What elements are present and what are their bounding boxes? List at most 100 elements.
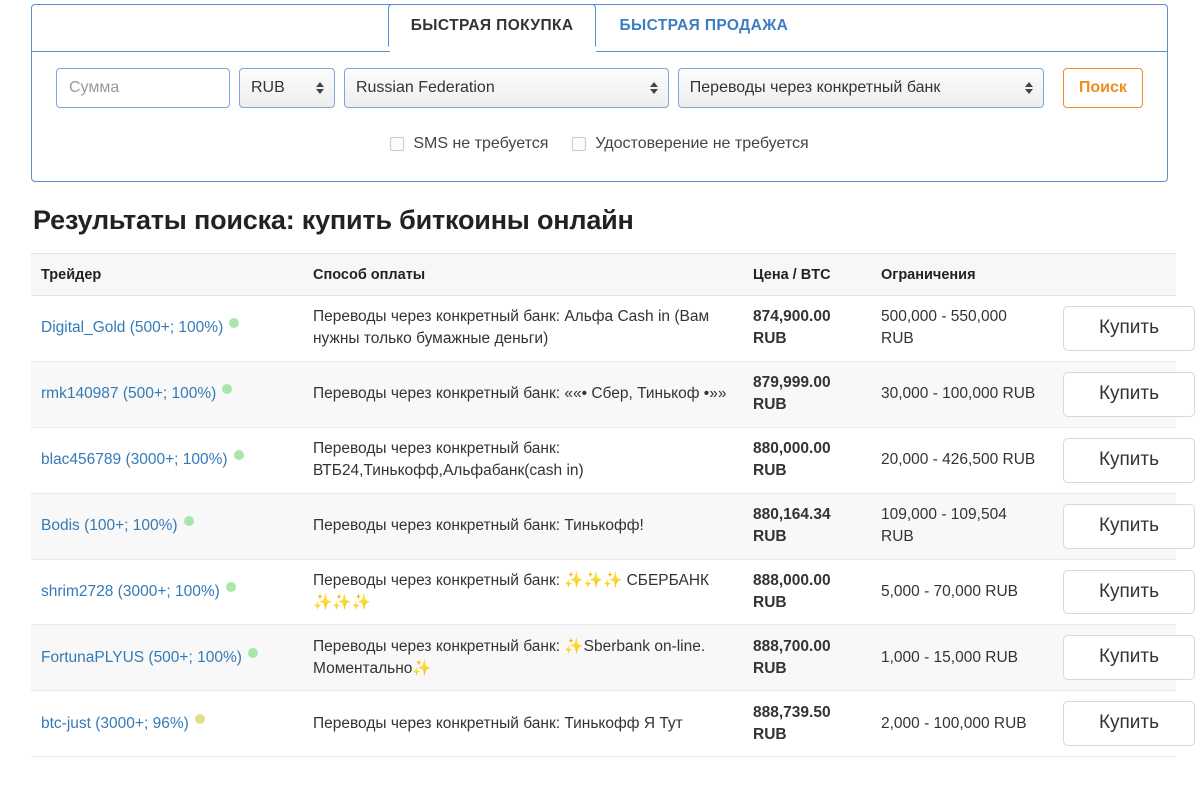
status-dot-icon <box>225 582 236 592</box>
status-dot-icon <box>229 318 240 329</box>
status-dot-icon <box>222 384 233 395</box>
checkbox-no-sms[interactable]: SMS не требуется <box>390 135 548 153</box>
buy-button[interactable]: Купить <box>1063 635 1195 681</box>
checkbox-no-sms-box[interactable] <box>390 137 405 151</box>
tab-bar: БЫСТРАЯ ПОКУПКА БЫСТРАЯ ПРОДАЖА <box>32 4 1167 52</box>
quick-trade-panel: БЫСТРАЯ ПОКУПКА БЫСТРАЯ ПРОДАЖА RUB Russ… <box>31 4 1168 182</box>
cell-payment-method: Переводы через конкретный банк: Тинькофф… <box>303 690 743 758</box>
tab-quick-buy-label: БЫСТРАЯ ПОКУПКА <box>410 17 574 34</box>
cell-action: Купить <box>1051 690 1195 758</box>
cell-limits: 109,000 - 109,504 RUB <box>871 493 1051 560</box>
buy-button[interactable]: Купить <box>1063 503 1195 549</box>
cell-price: 888,000.00 RUB <box>743 559 871 626</box>
payment-method-select-value: Переводы через конкретный банк <box>689 79 941 96</box>
country-select[interactable]: Russian Federation <box>343 68 669 108</box>
cell-action: Купить <box>1051 361 1195 428</box>
cell-trader: Bodis (100+; 100%) <box>31 493 303 560</box>
currency-select-value: RUB <box>251 79 285 96</box>
tab-quick-sell-label: БЫСТРАЯ ПРОДАЖА <box>619 17 789 34</box>
table-header-row: Трейдер Способ оплаты Цена / BTC Огранич… <box>31 253 1176 296</box>
table-row: btc-just (3000+; 96%) Переводы через конк… <box>31 690 1195 758</box>
trader-link[interactable]: rmk140987 (500+; 100%) <box>41 385 216 402</box>
chevron-updown-icon <box>315 79 325 97</box>
sparkle-icon: ✨ <box>583 572 603 589</box>
country-select-value: Russian Federation <box>355 79 495 96</box>
checkbox-no-sms-label: SMS не требуется <box>413 135 549 152</box>
page-title: Результаты поиска: купить биткоины онлай… <box>33 205 634 235</box>
sparkle-icon: ✨ <box>602 572 623 589</box>
cell-trader: shrim2728 (3000+; 100%) <box>31 559 303 626</box>
buy-button[interactable]: Купить <box>1063 371 1195 417</box>
column-header-price: Цена / BTC <box>743 253 871 296</box>
sparkle-icon: ✨ <box>351 594 371 611</box>
checkbox-no-id-label: Удостоверение не требуется <box>595 135 809 152</box>
cell-trader: rmk140987 (500+; 100%) <box>31 361 303 428</box>
search-button[interactable]: Поиск <box>1062 68 1143 108</box>
filter-checkbox-row: SMS не требуется Удостоверение не требуе… <box>32 135 1167 153</box>
cell-limits: 20,000 - 426,500 RUB <box>871 427 1051 494</box>
sparkle-icon: ✨ <box>412 659 432 677</box>
trader-link[interactable]: btc-just (3000+; 96%) <box>41 715 189 732</box>
cell-action: Купить <box>1051 295 1195 362</box>
cell-limits: 500,000 - 550,000 RUB <box>871 295 1051 362</box>
trader-link[interactable]: Digital_Gold (500+; 100%) <box>41 319 223 336</box>
column-header-action <box>1051 253 1176 296</box>
payment-method-select[interactable]: Переводы через конкретный банк <box>677 68 1044 108</box>
cell-payment-method: Переводы через конкретный банк: ««• Сбер… <box>303 361 743 428</box>
cell-payment-method: Переводы через конкретный банк: Тинькофф… <box>303 493 743 560</box>
status-dot-icon <box>183 516 194 527</box>
cell-price: 880,164.34 RUB <box>743 493 871 560</box>
cell-trader: blac456789 (3000+; 100%) <box>31 427 303 494</box>
sparkle-icon: ✨ <box>332 594 352 611</box>
cell-action: Купить <box>1051 559 1195 626</box>
offers-table-body: Digital_Gold (500+; 100%) Переводы через … <box>31 295 1195 758</box>
cell-payment-method: Переводы через конкретный банк: ВТБ24,Ти… <box>303 427 743 494</box>
sparkle-icon: ✨ <box>564 637 584 655</box>
status-dot-icon <box>233 450 244 461</box>
cell-action: Купить <box>1051 624 1195 692</box>
cell-limits: 5,000 - 70,000 RUB <box>871 559 1051 626</box>
table-row: shrim2728 (3000+; 100%) Переводы через ко… <box>31 559 1195 626</box>
cell-payment-method: Переводы через конкретный банк: ✨Sberban… <box>303 624 743 692</box>
cell-trader: FortunaPLYUS (500+; 100%) <box>31 624 303 692</box>
buy-button[interactable]: Купить <box>1063 701 1195 747</box>
active-tab-underline-mask <box>389 51 597 52</box>
column-header-trader: Трейдер <box>31 253 303 296</box>
cell-trader: Digital_Gold (500+; 100%) <box>31 295 303 362</box>
currency-select[interactable]: RUB <box>239 68 335 108</box>
search-controls: RUB Russian Federation Переводы через ко… <box>32 53 1167 123</box>
cell-price: 880,000.00 RUB <box>743 427 871 494</box>
table-row: FortunaPLYUS (500+; 100%) Переводы через … <box>31 624 1195 692</box>
trader-link[interactable]: FortunaPLYUS (500+; 100%) <box>41 649 242 666</box>
trader-link[interactable]: shrim2728 (3000+; 100%) <box>41 583 220 600</box>
cell-payment-method: Переводы через конкретный банк: Альфа Ca… <box>303 295 743 362</box>
cell-action: Купить <box>1051 493 1195 560</box>
cell-limits: 2,000 - 100,000 RUB <box>871 690 1051 758</box>
sparkle-icon: ✨ <box>564 572 584 589</box>
cell-limits: 30,000 - 100,000 RUB <box>871 361 1051 428</box>
cell-limits: 1,000 - 15,000 RUB <box>871 624 1051 692</box>
buy-button[interactable]: Купить <box>1063 569 1195 615</box>
chevron-updown-icon <box>649 79 659 97</box>
cell-trader: btc-just (3000+; 96%) <box>31 690 303 758</box>
buy-button[interactable]: Купить <box>1063 437 1195 483</box>
checkbox-no-id-box[interactable] <box>572 137 587 151</box>
trader-link[interactable]: blac456789 (3000+; 100%) <box>41 451 228 468</box>
column-header-payment-method: Способ оплаты <box>303 253 743 296</box>
table-row: rmk140987 (500+; 100%) Переводы через кон… <box>31 361 1195 428</box>
cell-price: 888,700.00 RUB <box>743 624 871 692</box>
table-row: blac456789 (3000+; 100%) Переводы через к… <box>31 427 1195 494</box>
cell-price: 879,999.00 RUB <box>743 361 871 428</box>
tab-quick-sell[interactable]: БЫСТРАЯ ПРОДАЖА <box>596 4 811 47</box>
status-dot-icon <box>194 713 205 724</box>
amount-input[interactable] <box>56 68 230 108</box>
trader-link[interactable]: Bodis (100+; 100%) <box>41 517 178 534</box>
cell-action: Купить <box>1051 427 1195 494</box>
cell-payment-method: Переводы через конкретный банк: ✨✨✨ СБЕР… <box>303 559 743 626</box>
cell-price: 888,739.50 RUB <box>743 690 871 758</box>
checkbox-no-id[interactable]: Удостоверение не требуется <box>572 135 809 153</box>
sparkle-icon: ✨ <box>313 594 333 611</box>
tab-quick-buy[interactable]: БЫСТРАЯ ПОКУПКА <box>387 4 597 47</box>
buy-button[interactable]: Купить <box>1063 306 1195 351</box>
status-dot-icon <box>247 647 258 658</box>
